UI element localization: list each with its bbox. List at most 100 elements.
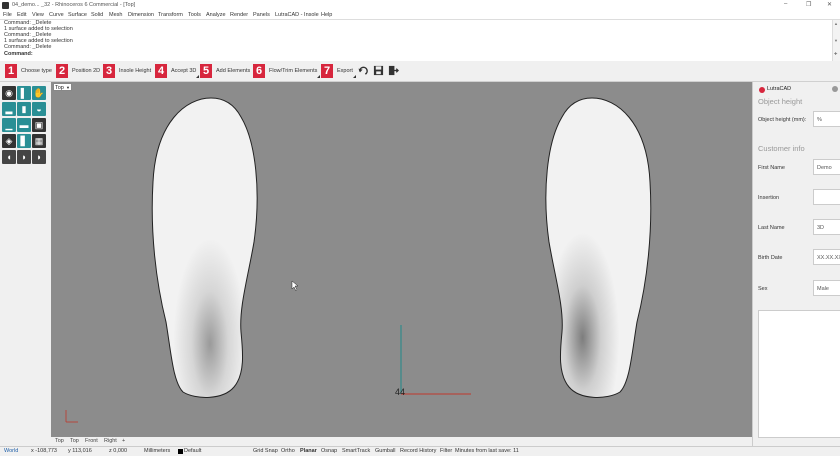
heel-pair-icon[interactable]: ◗ (17, 150, 31, 164)
step-choose-type-button[interactable]: 1 Choose type (5, 63, 52, 78)
toggle-record-history[interactable]: Record History (400, 448, 436, 454)
step-label: Insole Height (119, 67, 152, 74)
image-icon[interactable]: ▣ (32, 118, 46, 132)
toggle-gumball[interactable]: Gumball (375, 448, 395, 454)
menu-edit[interactable]: Edit (17, 12, 26, 18)
menu-help[interactable]: Help (321, 12, 332, 18)
scroll-up-icon[interactable]: ▲ (834, 21, 838, 26)
last-name-label: Last Name (758, 225, 785, 231)
command-prompt[interactable]: Command: (4, 51, 33, 57)
globe-icon[interactable]: ◉ (2, 86, 16, 100)
toggle-planar[interactable]: Planar (300, 448, 317, 454)
menu-transform[interactable]: Transform (158, 12, 183, 18)
menu-analyze[interactable]: Analyze (206, 12, 226, 18)
menu-dimension[interactable]: Dimension (128, 12, 154, 18)
menu-tools[interactable]: Tools (188, 12, 201, 18)
step-number: 2 (56, 63, 68, 78)
viewport-canvas[interactable]: 44 (51, 82, 752, 437)
menu-view[interactable]: View (32, 12, 44, 18)
hand-icon[interactable]: ✋ (32, 86, 46, 100)
birth-date-label: Birth Date (758, 255, 783, 261)
close-button[interactable]: ✕ (827, 1, 832, 8)
left-insole-shape[interactable] (151, 97, 258, 398)
object-height-input[interactable]: % (813, 111, 840, 127)
foot-side-icon[interactable]: ▌ (17, 86, 31, 100)
minimize-button[interactable]: – (784, 1, 787, 7)
right-insole-shape[interactable] (545, 97, 652, 398)
history-scrollbar[interactable]: ▲ ▼ ✚ (832, 20, 840, 61)
toggle-grid-snap[interactable]: Grid Snap (253, 448, 278, 454)
foot-top-icon[interactable]: ▂ (2, 102, 16, 116)
toggle-ortho[interactable]: Ortho (281, 448, 295, 454)
save-status: Minutes from last save: 11 (455, 448, 519, 454)
step-export-button[interactable]: 7 Export (321, 63, 356, 78)
units-label: Millimeters (144, 448, 171, 454)
step-insole-height-button[interactable]: 3 Insole Height (103, 63, 151, 78)
menu-render[interactable]: Render (230, 12, 248, 18)
menu-lutracad-insole[interactable]: LutraCAD - Insole (275, 12, 319, 18)
first-name-input[interactable]: Demo (813, 159, 840, 175)
flyout-corner-icon (352, 75, 356, 78)
menu-surface[interactable]: Surface (68, 12, 87, 18)
toggle-smarttrack[interactable]: SmartTrack (342, 448, 370, 454)
insertion-label: Insertion (758, 195, 780, 201)
menu-curve[interactable]: Curve (49, 12, 64, 18)
tab-right[interactable]: Right (104, 438, 117, 444)
step-add-elements-button[interactable]: 5 Add Elements (200, 63, 250, 78)
add-tab-button[interactable]: + (122, 438, 125, 444)
foot-front-icon[interactable]: ▬ (17, 118, 31, 132)
step-flow-trim-elements-button[interactable]: 6 Flow/Trim Elements (253, 63, 321, 78)
tab-top-2[interactable]: Top (70, 438, 79, 444)
menu-solid[interactable]: Solid (91, 12, 103, 18)
window-title: 04_demo... _32 - Rhinoceros 6 Commercial… (12, 2, 136, 8)
title-bar: 04_demo... _32 - Rhinoceros 6 Commercial… (0, 0, 840, 11)
step-number: 4 (155, 63, 167, 78)
toggle-filter[interactable]: Filter (440, 448, 452, 454)
panel-options-icon[interactable] (832, 86, 838, 92)
menu-panels[interactable]: Panels (253, 12, 270, 18)
step-number: 3 (103, 63, 115, 78)
command-history[interactable]: Command: _Delete 1 surface added to sele… (0, 19, 840, 62)
exit-icon[interactable] (388, 65, 399, 76)
foot-outline-icon[interactable]: ◒ (32, 102, 46, 116)
birth-date-input[interactable]: XX.XX.XXXX (813, 249, 840, 265)
undo-icon[interactable] (358, 65, 369, 76)
step-accept-3d-button[interactable]: 4 Accept 3D (155, 63, 200, 78)
expand-icon[interactable]: ✚ (834, 51, 837, 56)
maximize-button[interactable]: ❐ (806, 1, 811, 8)
customer-info-section: Customer info (758, 144, 805, 153)
heel-left-icon[interactable]: ◖ (2, 150, 16, 164)
save-icon[interactable] (373, 65, 384, 76)
lutracad-panel: LutraCAD Object height Object height (mm… (752, 82, 840, 446)
notes-textarea[interactable] (758, 310, 840, 438)
scroll-down-icon[interactable]: ▼ (834, 38, 838, 43)
viewport-top[interactable]: 44 Top ▼ (51, 82, 752, 437)
y-coordinate: y 113,016 (68, 448, 92, 454)
insole-side-icon[interactable]: ▁ (2, 118, 16, 132)
current-layer[interactable]: Default (184, 448, 201, 454)
layer-color-swatch (178, 449, 183, 454)
step-label: Add Elements (216, 67, 251, 74)
toggle-osnap[interactable]: Osnap (321, 448, 337, 454)
cplane-indicator[interactable]: World (4, 448, 18, 454)
foot-pair-icon[interactable]: ▮ (17, 102, 31, 116)
object-height-section: Object height (758, 97, 803, 106)
heel-right-icon[interactable]: ◗ (32, 150, 46, 164)
step-label: Position 2D (72, 67, 101, 74)
step-position-2d-button[interactable]: 2 Position 2D (56, 63, 100, 78)
sex-select[interactable]: Male (813, 280, 840, 296)
last-name-input[interactable]: 3D (813, 219, 840, 235)
step-number: 7 (321, 63, 333, 78)
tab-front[interactable]: Front (85, 438, 98, 444)
insertion-input[interactable] (813, 189, 840, 205)
tab-top[interactable]: Top (55, 438, 64, 444)
box-icon[interactable]: ◈ (2, 134, 16, 148)
menu-file[interactable]: File (3, 12, 12, 18)
step-label: Accept 3D (171, 67, 197, 74)
foot-back-icon[interactable]: ▦ (32, 134, 46, 148)
menu-mesh[interactable]: Mesh (109, 12, 122, 18)
foot-view-icon[interactable]: ▋ (17, 134, 31, 148)
view-name-dropdown[interactable]: Top ▼ (53, 83, 72, 91)
workflow-toolbar: 1 Choose type 2 Position 2D 3 Insole Hei… (0, 61, 840, 82)
rhino-app-icon (2, 2, 9, 9)
